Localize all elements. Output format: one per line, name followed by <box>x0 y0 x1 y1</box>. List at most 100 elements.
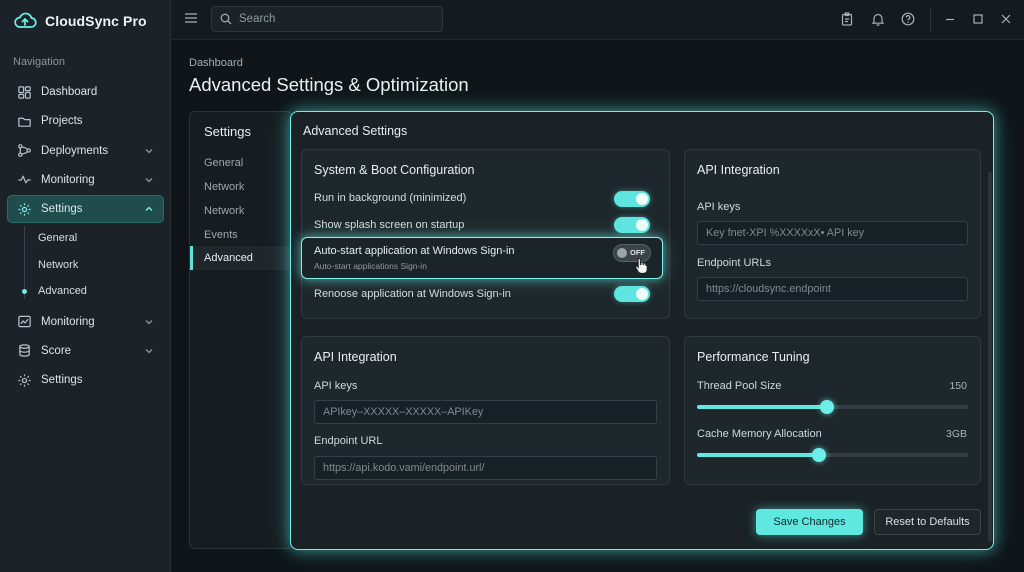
topbar <box>171 0 1024 40</box>
subnav-item-advanced[interactable]: Advanced <box>7 278 164 305</box>
sidebar-item-settings-2[interactable]: Settings <box>7 366 164 394</box>
sidebar-item-settings[interactable]: Settings <box>7 195 164 224</box>
api-keys-label: API keys <box>697 201 741 213</box>
splash-screen-toggle[interactable] <box>614 217 650 233</box>
settings-panel: Settings General Network Network Events … <box>189 111 293 549</box>
subnav-item-label: Network <box>38 258 79 271</box>
chevron-down-icon <box>145 319 153 324</box>
toggle-knob <box>636 193 648 205</box>
setting-label: Run in background (minimized) <box>314 192 467 204</box>
cache-memory-slider[interactable] <box>697 448 968 462</box>
run-in-background-toggle[interactable] <box>614 191 650 207</box>
api-key-input[interactable] <box>314 400 657 424</box>
setting-label: Show splash screen on startup <box>314 219 465 231</box>
hand-cursor-icon <box>635 258 648 274</box>
sidebar-item-label: Settings <box>41 203 83 216</box>
minimize-icon[interactable] <box>943 12 957 26</box>
sidebar-item-score[interactable]: Score <box>7 337 164 365</box>
api-keys-input[interactable] <box>697 221 968 245</box>
brand[interactable]: CloudSync Pro <box>13 10 147 32</box>
toggle-state-text: OFF <box>630 248 645 257</box>
endpoint-url-input[interactable] <box>314 456 657 480</box>
slider-thumb[interactable] <box>820 400 835 414</box>
hamburger-menu-icon[interactable] <box>184 11 198 25</box>
api-integration-card-bottom: API Integration API keys Endpoint URL <box>301 336 670 485</box>
card-title: API Integration <box>697 163 780 177</box>
close-icon[interactable] <box>999 12 1013 26</box>
card-title: API Integration <box>314 350 397 364</box>
setting-label: Renoose application at Windows Sign-in <box>314 288 511 300</box>
sidebar-item-label: Deployments <box>41 144 109 157</box>
sidebar: CloudSync Pro Navigation Dashboard Proje… <box>0 0 171 572</box>
save-changes-button[interactable]: Save Changes <box>756 509 863 535</box>
setting-sublabel: Auto-start applications Sign-in <box>314 261 427 271</box>
nav: Dashboard Projects Deployments Monitorin… <box>7 78 164 395</box>
settings-tab-general[interactable]: General <box>190 151 290 175</box>
sidebar-item-label: Monitoring <box>41 315 95 328</box>
app-name: CloudSync Pro <box>45 13 147 29</box>
gear-icon <box>18 374 31 387</box>
thread-pool-value: 150 <box>949 380 967 392</box>
sidebar-item-monitoring-2[interactable]: Monitoring <box>7 308 164 336</box>
endpoint-urls-label: Endpoint URLs <box>697 257 771 269</box>
settings-subnav: General Network Advanced <box>7 224 164 304</box>
subnav-item-general[interactable]: General <box>7 224 164 251</box>
sidebar-item-projects[interactable]: Projects <box>7 107 164 135</box>
cache-memory-value: 3GB <box>945 428 967 440</box>
toolbar-separator <box>930 8 931 32</box>
renoose-toggle[interactable] <box>614 286 650 302</box>
reset-defaults-button[interactable]: Reset to Defaults <box>874 509 981 535</box>
page-title: Advanced Settings & Optimization <box>189 74 469 95</box>
endpoint-urls-input[interactable] <box>697 277 968 301</box>
settings-tab-network[interactable]: Network <box>190 175 290 199</box>
toggle-knob <box>617 248 627 258</box>
performance-tuning-card: Performance Tuning Thread Pool Size 150 … <box>684 336 981 485</box>
breadcrumb[interactable]: Dashboard <box>189 57 243 69</box>
setting-label: Auto-start application at Windows Sign-i… <box>314 245 515 257</box>
sidebar-item-monitoring[interactable]: Monitoring <box>7 166 164 194</box>
search-icon <box>220 13 232 25</box>
settings-tab-network-2[interactable]: Network <box>190 199 290 223</box>
settings-tab-events[interactable]: Events <box>190 223 290 247</box>
sidebar-item-label: Settings <box>41 374 83 387</box>
maximize-icon[interactable] <box>971 12 985 26</box>
card-title: Performance Tuning <box>697 350 810 364</box>
scrollbar[interactable] <box>988 172 992 542</box>
toggle-knob <box>636 288 648 300</box>
deployments-icon <box>18 144 31 158</box>
database-icon <box>19 344 30 358</box>
help-icon[interactable] <box>901 12 915 26</box>
search-input[interactable] <box>239 13 429 25</box>
subnav-item-network[interactable]: Network <box>7 251 164 278</box>
chart-icon <box>18 315 31 328</box>
search-box[interactable] <box>211 6 443 32</box>
toggle-knob <box>636 219 648 231</box>
subnav-item-label: Advanced <box>38 285 87 298</box>
thread-pool-slider[interactable] <box>697 400 968 414</box>
card-title: System & Boot Configuration <box>314 163 475 177</box>
slider-thumb[interactable] <box>811 448 826 462</box>
endpoint-url-label: Endpoint URL <box>314 435 383 447</box>
auto-start-row[interactable]: Auto-start application at Windows Sign-i… <box>301 237 663 279</box>
active-dot <box>22 288 27 294</box>
sidebar-item-dashboard[interactable]: Dashboard <box>7 78 164 106</box>
chevron-down-icon <box>145 177 153 183</box>
nav-heading: Navigation <box>13 56 65 68</box>
cache-memory-label: Cache Memory Allocation <box>697 428 822 440</box>
cloud-upload-icon <box>14 12 37 28</box>
sidebar-item-label: Score <box>41 344 72 357</box>
gear-icon <box>18 203 31 216</box>
dashboard-icon <box>18 85 31 99</box>
chevron-up-icon <box>145 206 153 212</box>
activity-icon <box>18 176 31 184</box>
sidebar-item-deployments[interactable]: Deployments <box>7 137 164 165</box>
clipboard-icon[interactable] <box>840 12 854 26</box>
panel-title: Advanced Settings <box>303 124 408 138</box>
bell-icon[interactable] <box>871 12 885 26</box>
sidebar-item-label: Monitoring <box>41 173 95 186</box>
api-integration-card-top: API Integration API keys Endpoint URLs <box>684 149 981 319</box>
system-boot-card: System & Boot Configuration Run in backg… <box>301 149 670 319</box>
settings-tab-advanced[interactable]: Advanced <box>190 246 290 270</box>
api-keys-label: API keys <box>314 380 358 392</box>
chevron-down-icon <box>145 348 153 354</box>
